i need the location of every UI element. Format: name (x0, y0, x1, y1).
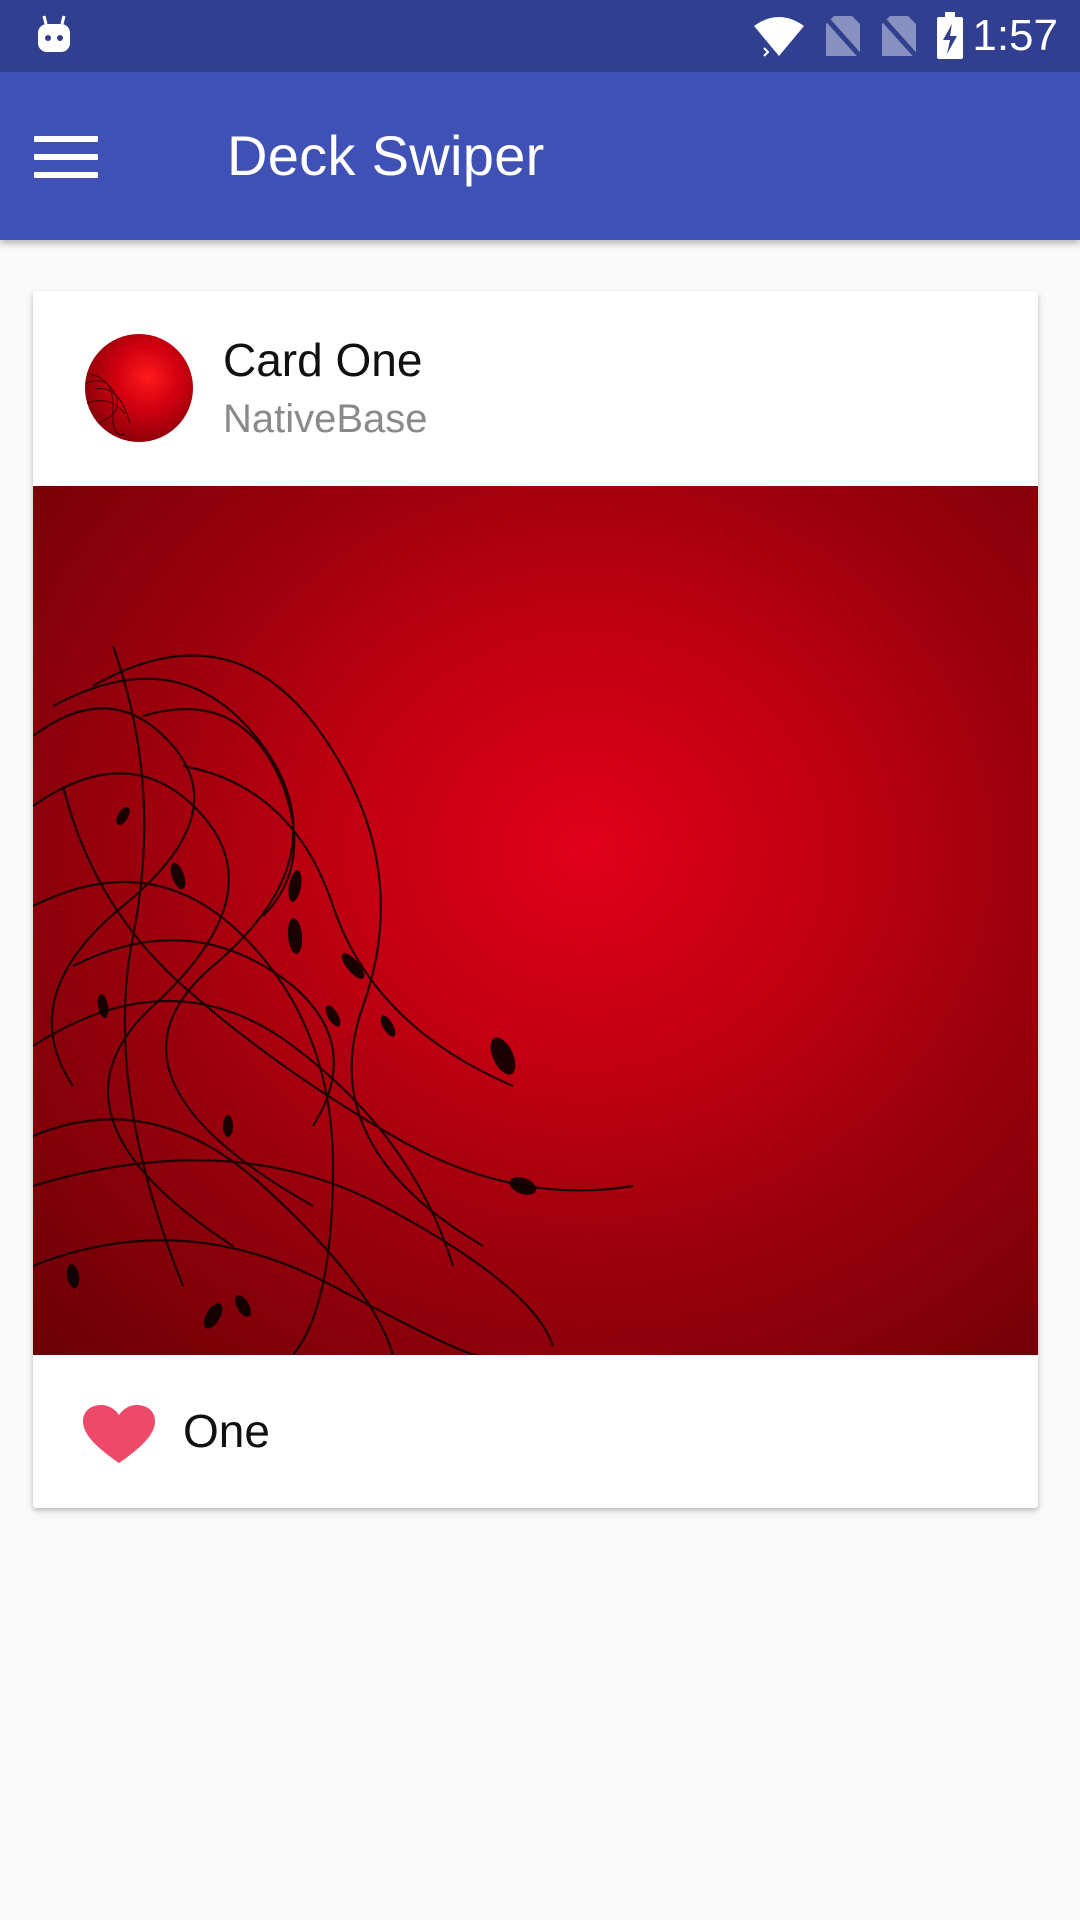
android-debug-icon (38, 15, 70, 52)
deck-card[interactable]: Card One NativeBase One (33, 291, 1038, 1508)
avatar-swirl-pattern (85, 373, 131, 436)
floral-swirl-pattern (33, 645, 634, 1355)
heart-icon[interactable] (83, 1405, 155, 1463)
card-image (33, 486, 1038, 1355)
card-footer: One (33, 1355, 1038, 1508)
avatar (85, 334, 193, 442)
status-time: 1:57 (972, 11, 1058, 60)
no-sim-icon (824, 16, 863, 58)
card-footer-label: One (183, 1405, 270, 1457)
wifi-icon (754, 17, 805, 57)
no-sim-icon (880, 16, 919, 58)
status-bar: 1:57 (0, 0, 1080, 72)
card-subtitle: NativeBase (223, 397, 428, 441)
card-header: Card One NativeBase (33, 291, 1038, 486)
card-title: Card One (223, 334, 423, 386)
app-bar: Deck Swiper (0, 72, 1080, 240)
app-title: Deck Swiper (227, 124, 545, 187)
status-icons: 1:57 (752, 0, 1058, 72)
hamburger-menu-icon[interactable] (34, 134, 100, 180)
battery-charging-icon (937, 12, 964, 59)
